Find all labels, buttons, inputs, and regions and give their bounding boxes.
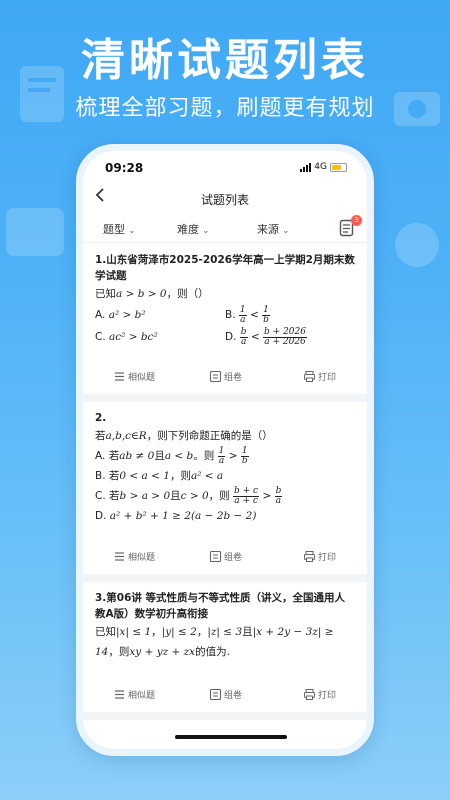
- paper-icon: [209, 550, 222, 563]
- option-c: C. ac² > bc²: [95, 331, 158, 343]
- paper-icon: [209, 370, 222, 383]
- option-d: D. a² + b² + 1 ≥ 2(a − 2b − 2): [95, 510, 257, 522]
- chevron-down-icon: ⌄: [202, 226, 210, 236]
- print-button[interactable]: 打印: [303, 550, 336, 563]
- question-list: 1.山东省菏泽市2025-2026学年高一上学期2月期末数学试题 已知a > b…: [83, 244, 367, 740]
- filter-label: 题型: [103, 223, 125, 236]
- filter-label: 来源: [257, 223, 279, 236]
- promo-headline: 清晰试题列表: [81, 35, 369, 86]
- similar-questions-button[interactable]: 相似题: [113, 550, 155, 563]
- compose-paper-button[interactable]: 组卷: [209, 688, 242, 701]
- phone-frame: 09:28 4G 试题列表 题型 ⌄ 难度 ⌄ 来源 ⌄ 3 1.山东省菏泽市2…: [76, 144, 374, 756]
- filter-difficulty[interactable]: 难度 ⌄: [177, 221, 210, 237]
- question-basket-button[interactable]: 3: [339, 215, 362, 237]
- battery-icon: [330, 162, 347, 172]
- question-title: 3.第06讲 等式性质与不等式性质（讲义，全国通用人教A版）数学初升高衔接: [95, 592, 346, 620]
- similar-questions-button[interactable]: 相似题: [113, 370, 155, 383]
- filter-question-type[interactable]: 题型 ⌄: [103, 221, 136, 237]
- question-stem: 已知a > b > 0，则（）: [95, 288, 209, 300]
- question-title: 2.: [95, 412, 107, 424]
- signal-icon: [300, 162, 312, 172]
- options-row: A. a² > b² B. 1a < 1b: [95, 304, 355, 326]
- question-title: 1.山东省菏泽市2025-2026学年高一上学期2月期末数学试题: [95, 254, 355, 282]
- option-b: B. 1a < 1b: [225, 304, 270, 325]
- basket-count-badge: 3: [351, 215, 362, 226]
- filter-bar: 题型 ⌄ 难度 ⌄ 来源 ⌄ 3: [83, 215, 367, 243]
- printer-icon: [304, 371, 315, 382]
- printer-icon: [304, 689, 315, 700]
- network-label: 4G: [314, 162, 327, 172]
- question-card[interactable]: 3.第06讲 等式性质与不等式性质（讲义，全国通用人教A版）数学初升高衔接 已知…: [83, 582, 367, 712]
- promo-subline: 梳理全部习题，刷题更有规划: [75, 96, 375, 121]
- question-card[interactable]: 2. 若a,b,c∈R，则下列命题正确的是（） A. 若ab ≠ 0且a < b…: [83, 402, 367, 574]
- option-a: A. 若ab ≠ 0且a < b。则 1a > 1b: [95, 445, 249, 466]
- chevron-down-icon: ⌄: [282, 226, 290, 236]
- printer-icon: [304, 551, 315, 562]
- question-card[interactable]: 1.山东省菏泽市2025-2026学年高一上学期2月期末数学试题 已知a > b…: [83, 244, 367, 394]
- decoration-card-icon: [6, 208, 64, 256]
- question-stem: 若a,b,c∈R，则下列命题正确的是（）: [95, 430, 273, 442]
- similar-questions-button[interactable]: 相似题: [113, 688, 155, 701]
- status-indicators: 4G: [300, 162, 347, 172]
- option-a: A. a² > b²: [95, 309, 146, 321]
- paper-icon: [209, 688, 222, 701]
- option-b: B. 若0 < a < 1，则a² < a: [95, 470, 224, 482]
- question-stem: 已知|x| ≤ 1，|y| ≤ 2，|z| ≤ 3且|x + 2y − 3z| …: [95, 626, 334, 658]
- decoration-shape-icon: [395, 223, 439, 267]
- option-c: C. 若b > a > 0且c > 0，则 b + ca + c > ba: [95, 485, 283, 506]
- list-icon: [115, 552, 124, 561]
- list-icon: [115, 690, 124, 699]
- option-d: D. ba < b + 2026 a + 2026: [225, 326, 307, 347]
- options-row: C. ac² > bc² D. ba < b + 2026 a + 2026: [95, 326, 355, 348]
- print-button[interactable]: 打印: [303, 370, 336, 383]
- question-actions: 相似题 组卷 打印: [83, 540, 367, 574]
- chevron-down-icon: ⌄: [128, 226, 136, 236]
- filter-label: 难度: [177, 223, 199, 236]
- print-button[interactable]: 打印: [303, 688, 336, 701]
- status-bar: 09:28 4G: [83, 151, 367, 181]
- nav-bar: 试题列表: [83, 181, 367, 215]
- compose-paper-button[interactable]: 组卷: [209, 370, 242, 383]
- filter-source[interactable]: 来源 ⌄: [257, 221, 290, 237]
- home-indicator[interactable]: [175, 735, 287, 739]
- question-actions: 相似题 组卷 打印: [83, 360, 367, 394]
- compose-paper-button[interactable]: 组卷: [209, 550, 242, 563]
- page-title: 试题列表: [200, 193, 249, 207]
- list-icon: [115, 372, 124, 381]
- question-actions: 相似题 组卷 打印: [83, 678, 367, 712]
- status-time: 09:28: [105, 161, 144, 175]
